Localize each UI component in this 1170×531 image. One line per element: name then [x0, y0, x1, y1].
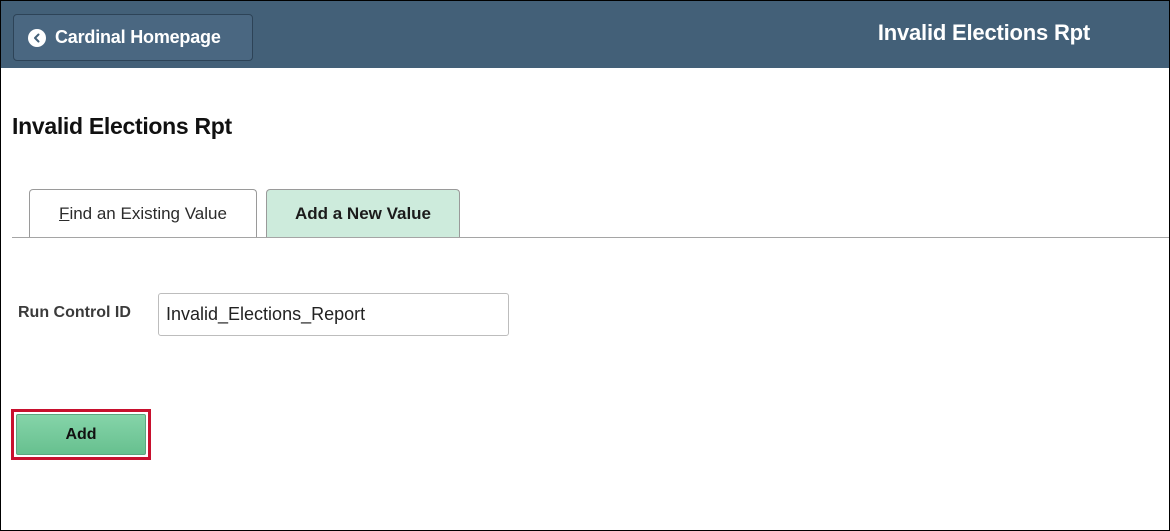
page-title: Invalid Elections Rpt — [12, 113, 232, 139]
page-frame: Cardinal Homepage Invalid Elections Rpt … — [0, 0, 1170, 531]
cardinal-homepage-button[interactable]: Cardinal Homepage — [13, 14, 253, 61]
add-button-label: Add — [65, 425, 97, 443]
chevron-left-icon — [28, 28, 46, 47]
top-banner: Cardinal Homepage Invalid Elections Rpt — [1, 1, 1169, 68]
run-control-id-input[interactable] — [158, 293, 509, 336]
tab-find-label: ind an Existing Value — [69, 204, 227, 223]
tab-add-label: Add a New Value — [294, 204, 432, 223]
run-control-id-label: Run Control ID — [18, 304, 131, 321]
tab-find-existing-value[interactable]: Find an Existing Value — [29, 189, 257, 238]
banner-title: Invalid Elections Rpt — [877, 20, 1090, 45]
tab-divider — [12, 237, 1169, 238]
tab-find-accesskey: F — [59, 204, 70, 223]
home-button-label: Cardinal Homepage — [55, 27, 221, 47]
add-button[interactable]: Add — [16, 414, 146, 455]
tab-add-new-value[interactable]: Add a New Value — [266, 189, 460, 238]
